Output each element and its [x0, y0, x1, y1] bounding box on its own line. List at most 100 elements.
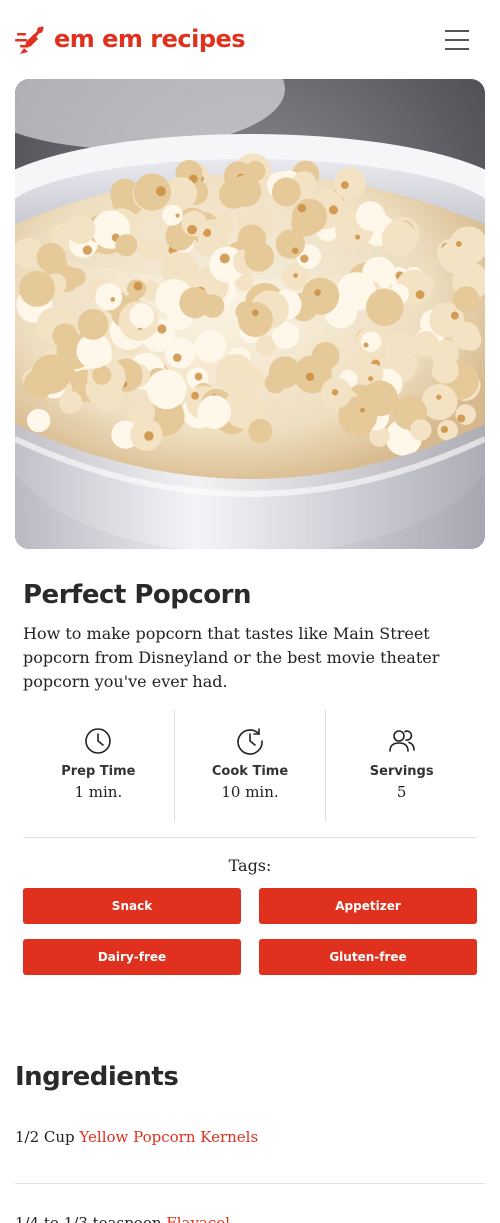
kernel-hull: [297, 203, 307, 213]
kernel-hull: [415, 290, 425, 300]
popcorn-kernel: [19, 270, 56, 307]
popcorn-kernel: [197, 395, 232, 429]
stat-servings: Servings 5: [325, 710, 477, 822]
kernel-hull: [157, 324, 167, 334]
kernel-hull: [360, 407, 365, 413]
popcorn-kernel: [128, 398, 156, 426]
popcorn-kernel: [453, 286, 480, 313]
popcorn-kernel: [291, 198, 328, 235]
kernel-hull: [293, 273, 298, 278]
ingredients-heading: Ingredients: [15, 1062, 179, 1092]
popcorn-kernel: [366, 288, 404, 327]
hero-image: [15, 79, 485, 549]
kernel-hull: [440, 425, 449, 434]
tag-dairy-free[interactable]: Dairy-free: [23, 939, 241, 975]
popcorn-bowl-image: [15, 79, 485, 549]
popcorn-kernel: [179, 287, 211, 319]
popcorn-kernel: [139, 237, 163, 261]
stat-value: 1 min.: [74, 783, 123, 801]
popcorn-kernel: [451, 321, 480, 350]
kernel-hull: [191, 391, 199, 400]
tag-snack[interactable]: Snack: [23, 888, 241, 924]
kernel-hull: [363, 342, 369, 348]
popcorn-kernel: [129, 303, 155, 329]
recipe-description: How to make popcorn that tastes like Mai…: [23, 624, 440, 691]
menu-bar: [445, 48, 469, 50]
popcorn-kernel: [31, 354, 71, 394]
popcorn-kernel: [67, 268, 86, 287]
recipe-title: Perfect Popcorn: [23, 580, 252, 610]
stat-value: 10 min.: [221, 783, 279, 801]
popcorn-kernel: [65, 214, 96, 245]
kernel-hull: [305, 372, 315, 382]
popcorn-kernel: [146, 369, 187, 410]
popcorn-kernel: [194, 330, 227, 363]
kernel-hull: [155, 186, 166, 197]
kernel-hull: [194, 372, 203, 381]
kernel-hull: [133, 281, 143, 291]
popcorn-kernel: [229, 175, 262, 208]
menu-bar: [445, 39, 469, 41]
kernel-hull: [110, 297, 116, 302]
kernel-hull: [82, 245, 93, 255]
popcorn-kernel: [59, 390, 83, 414]
kernel-hull: [175, 213, 180, 218]
menu-button[interactable]: [444, 28, 472, 52]
kernel-hull: [455, 240, 462, 247]
popcorn-kernel: [381, 221, 417, 256]
ingredient-amount: 1/4 to 1/3 teaspoon: [15, 1214, 167, 1223]
timer-icon: [237, 728, 263, 755]
popcorn-kernel: [36, 242, 66, 273]
tag-appetizer[interactable]: Appetizer: [259, 888, 477, 924]
popcorn-kernel: [455, 404, 476, 425]
popcorn-kernel: [237, 224, 267, 253]
ingredient-divider: [15, 1183, 485, 1184]
people-icon: [388, 730, 415, 752]
ingredient-amount: 1/2 Cup: [15, 1128, 80, 1146]
kernel-hull: [292, 247, 299, 254]
site-logo[interactable]: em em recipes: [14, 22, 246, 56]
kernel-hull: [144, 431, 154, 441]
popcorn-kernel: [162, 204, 183, 226]
popcorn-kernel: [362, 380, 398, 417]
popcorn-kernel: [215, 354, 255, 394]
popcorn-kernel: [311, 341, 340, 370]
popcorn-kernel: [384, 332, 417, 365]
site-header: em em recipes: [0, 0, 500, 80]
stat-label: Cook Time: [211, 764, 289, 779]
ingredient-item: 1/2 Cup Yellow Popcorn Kernels: [15, 1128, 485, 1146]
kernel-hull: [436, 394, 442, 400]
popcorn-kernel: [95, 283, 123, 311]
rocket-swoosh-icon: [15, 26, 44, 54]
popcorn-kernel: [115, 234, 138, 257]
stat-label: Prep Time: [61, 764, 136, 779]
popcorn-kernel: [248, 418, 273, 444]
kernel-hull: [314, 289, 321, 296]
stat-value: 5: [396, 783, 407, 801]
kernel-hull: [340, 181, 349, 190]
kernel-hull: [331, 389, 339, 396]
site-name: em em recipes: [54, 25, 246, 53]
stat-label: Servings: [369, 764, 434, 779]
tag-gluten-free[interactable]: Gluten-free: [259, 939, 477, 975]
kernel-hull: [300, 254, 309, 263]
kernel-hull: [251, 309, 259, 317]
kernel-hull: [457, 414, 466, 423]
ingredient-link[interactable]: Flavacol: [166, 1214, 230, 1223]
kernel-hull: [368, 376, 374, 382]
kernel-hull: [173, 353, 182, 363]
popcorn-kernel: [237, 302, 273, 338]
recipe-stats: Prep Time 1 min. Cook Time 10 min. Servi…: [23, 710, 477, 822]
popcorn-kernel: [26, 408, 51, 433]
popcorn-kernel: [271, 177, 301, 207]
kernel-hull: [187, 224, 197, 235]
ingredient-link[interactable]: Yellow Popcorn Kernels: [79, 1128, 258, 1146]
kernel-hull: [328, 205, 339, 215]
ingredient-item: 1/4 to 1/3 teaspoon Flavacol: [15, 1214, 485, 1223]
popcorn-kernel: [52, 323, 78, 349]
popcorn-kernel: [77, 308, 109, 340]
popcorn-kernel: [410, 419, 432, 441]
kernel-hull: [450, 311, 459, 320]
popcorn-kernel: [334, 167, 366, 200]
clock-icon: [85, 728, 112, 754]
